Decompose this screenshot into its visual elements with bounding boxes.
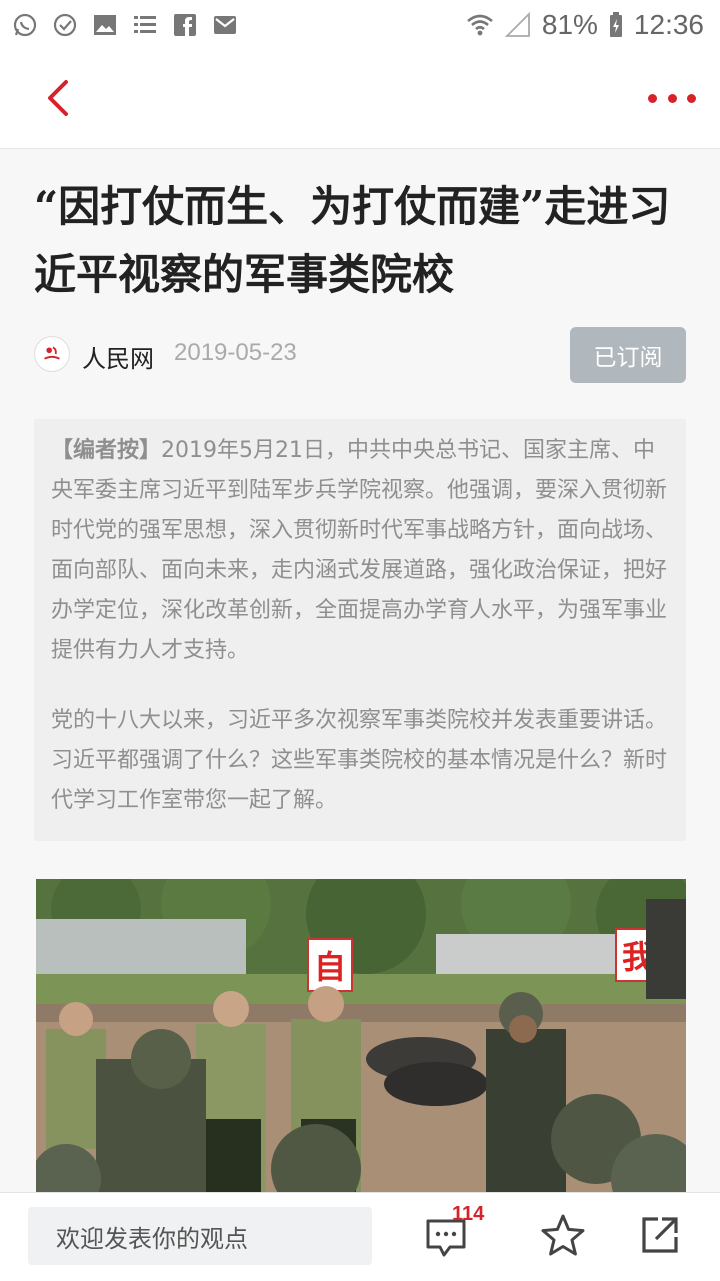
facebook-icon [174, 14, 196, 36]
more-dot [687, 93, 696, 103]
wifi-icon [467, 14, 493, 36]
editor-note-text-1: 2019年5月21日，中共中央总书记、国家主席、中央军委主席习近平到陆军步兵学院… [51, 438, 668, 663]
whatsapp-icon [13, 13, 37, 37]
editor-note: 【编者按】2019年5月21日，中共中央总书记、国家主席、中央军委主席习近平到陆… [34, 419, 686, 841]
more-dot [667, 93, 677, 103]
source-logo[interactable] [34, 336, 70, 372]
status-bar: 81% 12:36 [0, 0, 720, 50]
article-title: “因打仗而生、为打仗而建”走进习近平视察的军事类院校 [34, 182, 671, 299]
clock-time: 12:36 [633, 9, 704, 40]
article-photo[interactable]: 自 我 [36, 879, 686, 1192]
subscribe-button[interactable]: 已订阅 [570, 327, 686, 383]
comment-count-badge: 114 [452, 1203, 485, 1225]
article-meta: 人民网 2019-05-23 已订阅 [34, 325, 686, 385]
editor-note-paragraph-2: 党的十八大以来，习近平多次视察军事类院校并发表重要讲话。习近平都强调了什么？这些… [51, 708, 668, 813]
source-name[interactable]: 人民网 [82, 339, 154, 374]
photo-image: 自 我 [36, 879, 686, 1192]
comment-input[interactable]: 欢迎发表你的观点 [28, 1207, 372, 1265]
publish-date: 2019-05-23 [174, 339, 297, 366]
battery-level: 81% [541, 9, 598, 40]
chevron-left-icon [48, 80, 68, 116]
notification-icons [0, 12, 238, 38]
people-daily-logo-icon [39, 341, 65, 367]
more-dots-icon [648, 93, 657, 103]
check-circle-icon [53, 13, 77, 37]
signal-icon [504, 11, 530, 37]
share-icon [642, 1217, 678, 1253]
list-icon [134, 16, 156, 33]
favorite-button[interactable] [540, 1213, 586, 1259]
bottom-action-bar: 欢迎发表你的观点 114 [0, 1192, 720, 1281]
share-button[interactable] [638, 1213, 682, 1257]
article-content[interactable]: “因打仗而生、为打仗而建”走进习近平视察的军事类院校 人民网 2019-05-2… [0, 149, 720, 1192]
editor-note-tag: 【编者按】 [51, 438, 162, 463]
back-button[interactable] [38, 76, 82, 120]
image-icon [94, 15, 116, 35]
mail-icon [214, 16, 236, 34]
battery-charging-icon [609, 12, 622, 37]
editor-note-paragraph-1: 【编者按】2019年5月21日，中共中央总书记、国家主席、中央军委主席习近平到陆… [51, 431, 671, 671]
more-button[interactable] [648, 80, 696, 116]
app-header [0, 50, 720, 149]
star-icon [541, 1214, 585, 1256]
photo-sign-1: 自 [314, 948, 346, 986]
system-status: 81% 12:36 [466, 9, 720, 41]
